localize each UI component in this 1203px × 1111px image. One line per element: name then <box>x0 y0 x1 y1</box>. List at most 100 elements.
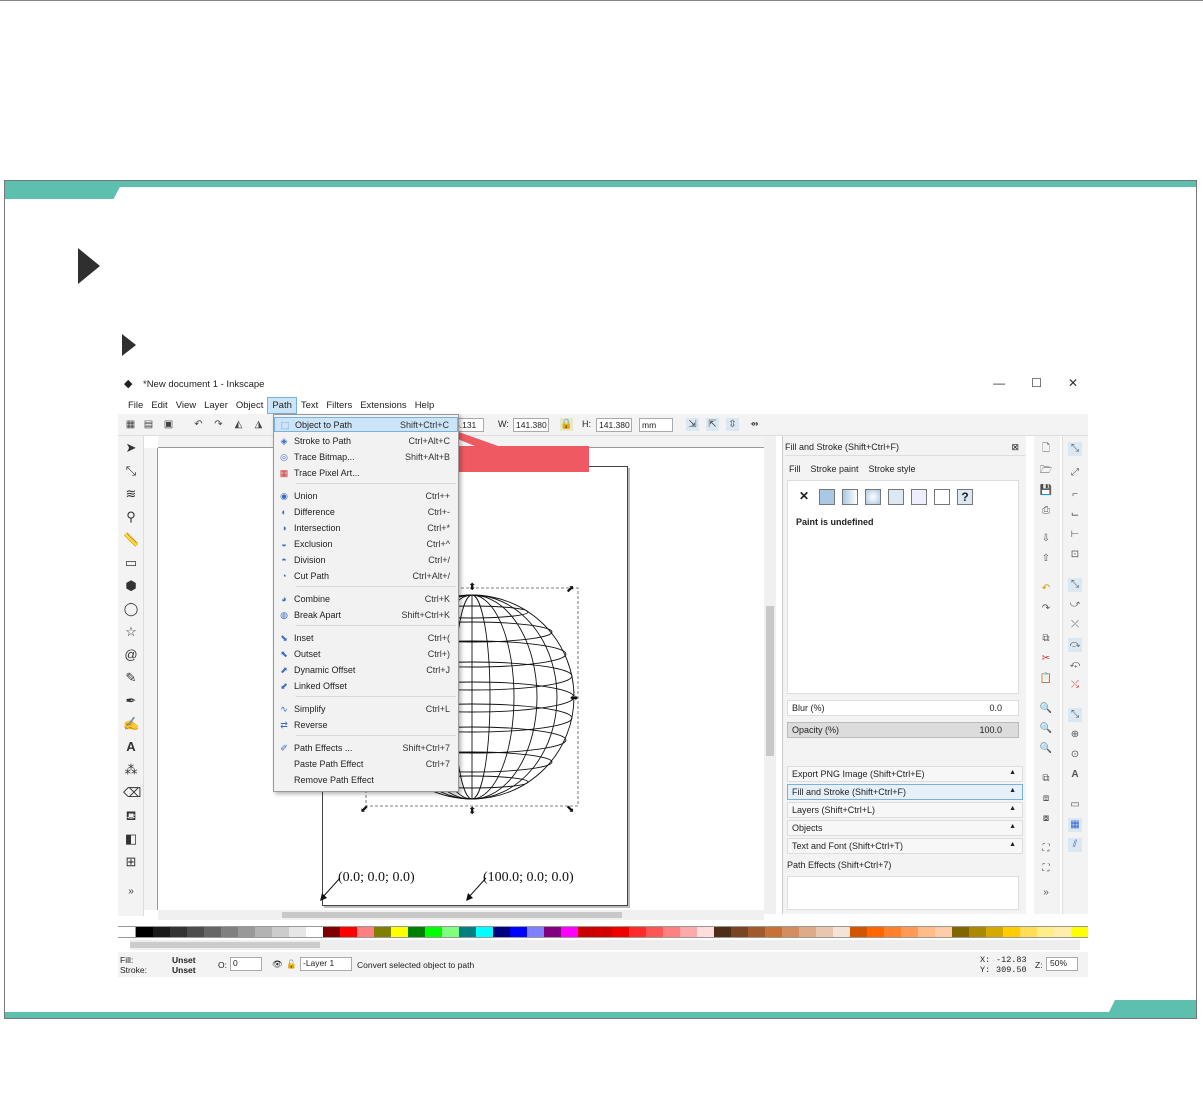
menu-item-union[interactable]: ◉ Union Ctrl++ <box>274 488 458 503</box>
copy-icon[interactable]: ⧉ <box>1039 632 1053 646</box>
import-icon[interactable]: ⇩ <box>1039 532 1053 546</box>
more-commands-icon[interactable]: » <box>1039 886 1053 900</box>
menu-item-outset[interactable]: ⬉ Outset Ctrl+) <box>274 646 458 661</box>
duplicate-icon[interactable]: ⧉ <box>1039 772 1053 786</box>
color-palette[interactable] <box>118 926 1088 938</box>
menu-item-path-effects[interactable]: ✐ Path Effects ... Shift+Ctrl+7 <box>274 740 458 755</box>
menu-item-break-apart[interactable]: ◍ Break Apart Shift+Ctrl+K <box>274 607 458 622</box>
spiral-tool-icon[interactable]: @ <box>123 647 139 663</box>
menu-object[interactable]: Object <box>232 398 267 413</box>
rotate-ccw-icon[interactable]: ↶ <box>192 418 205 431</box>
print-icon[interactable]: ⎙ <box>1039 504 1053 518</box>
palette-none-swatch[interactable] <box>118 927 136 937</box>
menu-item-cut-path[interactable]: ◔ Cut Path Ctrl+Alt+/ <box>274 568 458 583</box>
menu-path[interactable]: Path <box>267 396 297 414</box>
pencil-tool-icon[interactable]: ✎ <box>123 670 139 686</box>
dock-layers[interactable]: Layers (Shift+Ctrl+L) ▲ <box>787 802 1023 818</box>
menu-item-remove-path-effect[interactable]: Remove Path Effect <box>274 772 458 787</box>
menu-item-difference[interactable]: ◐ Difference Ctrl+- <box>274 504 458 519</box>
horizontal-scroll-thumb[interactable] <box>282 912 622 918</box>
snap-nodes-icon[interactable]: ⤡ <box>1068 578 1082 592</box>
more-tools-icon[interactable]: » <box>123 884 139 900</box>
snap-toggle-icon[interactable]: ⤡ <box>1068 442 1082 456</box>
redo-icon[interactable]: ↷ <box>1039 602 1053 616</box>
gradient-tool-icon[interactable]: ◧ <box>123 831 139 847</box>
snap-bbox-edges-icon[interactable]: ⌐ <box>1068 488 1082 502</box>
menu-extensions[interactable]: Extensions <box>356 398 410 413</box>
new-document-icon[interactable]: 🗋 <box>1039 442 1053 456</box>
menu-item-reverse[interactable]: ⇄ Reverse <box>274 717 458 732</box>
blur-control[interactable]: Blur (%) 0.0 <box>787 700 1019 716</box>
no-paint-icon[interactable]: ✕ <box>796 489 812 505</box>
rotate-cw-icon[interactable]: ↷ <box>212 418 225 431</box>
zoom-selection-icon[interactable]: 🔍 <box>1039 702 1053 716</box>
snap-cusp-nodes-icon[interactable]: ⤼ <box>1068 638 1082 652</box>
ungroup-icon[interactable]: ⛶ <box>1039 862 1053 876</box>
drawing-canvas[interactable]: ⬉⬈ ⬋⬊ ⬍⬍ ⬌ (0.0; 0.0; 0.0) (100.0; 0.0; … <box>158 448 764 910</box>
eraser-tool-icon[interactable]: ⌫ <box>123 785 141 801</box>
snap-object-centers-icon[interactable]: ⊕ <box>1068 728 1082 742</box>
linear-gradient-icon[interactable] <box>842 489 858 505</box>
snap-others-icon[interactable]: ⤡ <box>1068 708 1082 722</box>
snap-paths-icon[interactable]: ⤻ <box>1068 598 1082 612</box>
minimize-button[interactable]: — <box>993 376 1005 390</box>
scale-stroke-icon[interactable]: ⇲ <box>686 418 699 431</box>
menu-text[interactable]: Text <box>297 398 322 413</box>
tweak-tool-icon[interactable]: ≋ <box>123 486 139 502</box>
snap-bbox-icon[interactable]: ⤢ <box>1068 466 1082 480</box>
dock-text-font[interactable]: Text and Font (Shift+Ctrl+T) ▲ <box>787 838 1023 854</box>
menu-item-exclusion[interactable]: ◒ Exclusion Ctrl+^ <box>274 536 458 551</box>
zoom-drawing-icon[interactable]: 🔍 <box>1039 722 1053 736</box>
dock-export-png[interactable]: Export PNG Image (Shift+Ctrl+E) ▲ <box>787 766 1023 782</box>
maximize-button[interactable]: ☐ <box>1031 376 1042 390</box>
opacity-value[interactable]: 100.0 <box>979 725 1002 735</box>
stroke-value[interactable]: Unset <box>172 965 196 975</box>
pen-tool-icon[interactable]: ✒ <box>123 693 139 709</box>
open-icon[interactable]: 🗁 <box>1039 464 1053 478</box>
snap-bbox-midpoints-icon[interactable]: ⊢ <box>1068 528 1082 542</box>
tab-stroke-paint[interactable]: Stroke paint <box>811 464 859 474</box>
selector-tool-icon[interactable]: ➤ <box>123 440 139 456</box>
export-icon[interactable]: ⇧ <box>1039 552 1053 566</box>
menu-item-inset[interactable]: ⬊ Inset Ctrl+( <box>274 630 458 645</box>
swatch-icon[interactable] <box>934 489 950 505</box>
menu-item-trace-pixel-art[interactable]: ▦ Trace Pixel Art... <box>274 465 458 480</box>
clone-icon[interactable]: ⧈ <box>1039 792 1053 806</box>
menu-item-object-to-path[interactable]: ⬚ Object to Path Shift+Ctrl+C <box>274 417 458 432</box>
width-field[interactable]: 141.380 <box>513 418 549 432</box>
menu-item-simplify[interactable]: ∿ Simplify Ctrl+L <box>274 701 458 716</box>
snap-page-border-icon[interactable]: ▭ <box>1068 798 1082 812</box>
menu-item-intersection[interactable]: ◑ Intersection Ctrl+* <box>274 520 458 535</box>
unlink-clone-icon[interactable]: ⧇ <box>1039 812 1053 826</box>
menu-item-division[interactable]: ◓ Division Ctrl+/ <box>274 552 458 567</box>
snap-bbox-corners-icon[interactable]: ⌙ <box>1068 508 1082 522</box>
zoom-tool-icon[interactable]: ⚲ <box>123 509 139 525</box>
snap-grids-icon[interactable]: ▦ <box>1068 818 1082 832</box>
text-tool-icon[interactable]: A <box>123 739 139 755</box>
flat-color-icon[interactable] <box>819 489 835 505</box>
snap-smooth-nodes-icon[interactable]: ⤽ <box>1068 658 1082 672</box>
spray-tool-icon[interactable]: ⁂ <box>123 762 139 778</box>
fill-value[interactable]: Unset <box>172 955 196 965</box>
select-all-layers-icon[interactable]: ▤ <box>142 418 155 431</box>
snap-rotation-centers-icon[interactable]: ⊙ <box>1068 748 1082 762</box>
mesh-tool-icon[interactable]: ⊞ <box>123 854 139 870</box>
group-icon[interactable]: ⛶ <box>1039 842 1053 856</box>
measure-tool-icon[interactable]: 📏 <box>123 532 139 548</box>
opacity-short-field[interactable]: 0 <box>230 957 262 971</box>
tab-stroke-style[interactable]: Stroke style <box>869 464 916 474</box>
snap-guides-icon[interactable]: ⫽ <box>1068 838 1082 852</box>
pattern-icon[interactable] <box>911 489 927 505</box>
zoom-page-icon[interactable]: 🔍 <box>1039 742 1053 756</box>
panel-close-icon[interactable]: ⊠ <box>1011 442 1019 453</box>
snap-text-baseline-icon[interactable]: A <box>1068 768 1082 782</box>
unit-select[interactable]: mm <box>639 418 673 432</box>
move-gradients-icon[interactable]: ⇳ <box>726 418 739 431</box>
deselect-icon[interactable]: ▣ <box>162 418 175 431</box>
3d-box-tool-icon[interactable]: ⬢ <box>123 578 139 594</box>
palette-scrollbar[interactable] <box>130 940 1080 950</box>
layer-visibility-icon[interactable]: 👁 <box>272 959 283 970</box>
menu-help[interactable]: Help <box>411 398 439 413</box>
paste-icon[interactable]: 📋 <box>1039 672 1053 686</box>
unset-paint-icon[interactable]: ? <box>957 489 973 505</box>
